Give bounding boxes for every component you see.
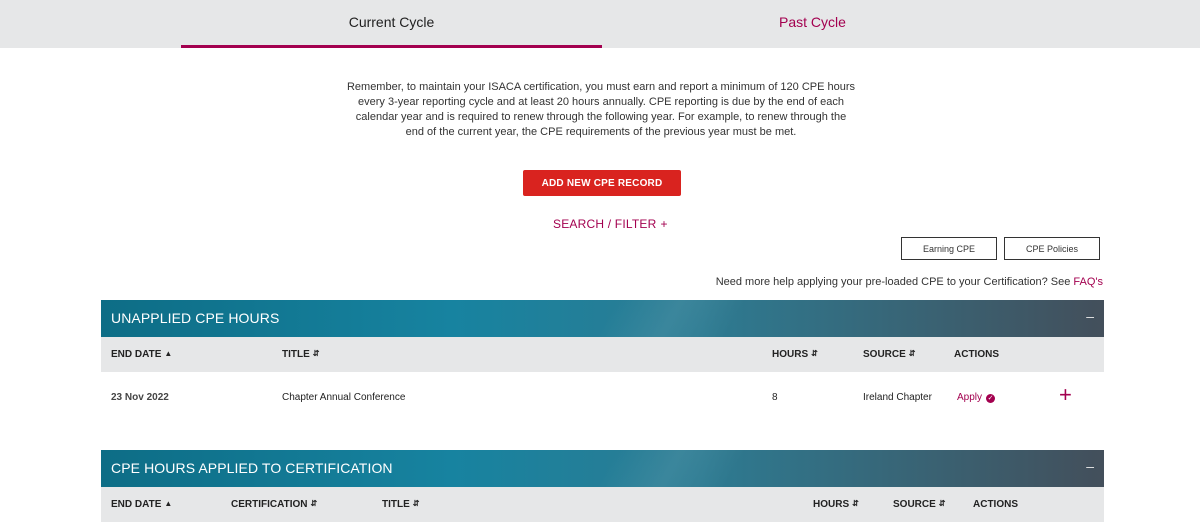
- page: Current Cycle Past Cycle Remember, to ma…: [0, 0, 1200, 527]
- column-hours[interactable]: HOURS ⇵: [813, 499, 859, 510]
- column-actions: ACTIONS: [973, 499, 1018, 510]
- help-message: Need more help applying your pre-loaded …: [715, 276, 1074, 288]
- row-end-date: 23 Nov 2022: [111, 392, 169, 403]
- section-title: UNAPPLIED CPE HOURS: [111, 310, 280, 326]
- collapse-icon[interactable]: –: [1086, 458, 1094, 474]
- column-end-date[interactable]: END DATE ▲: [111, 349, 172, 360]
- plus-icon: +: [660, 217, 668, 231]
- sort-asc-icon: ▲: [164, 349, 173, 358]
- column-actions: ACTIONS: [954, 349, 999, 360]
- tab-current-cycle[interactable]: Current Cycle: [181, 0, 602, 48]
- expand-row-icon[interactable]: +: [1059, 382, 1072, 408]
- sort-icon: ⇵: [412, 499, 420, 508]
- faq-link[interactable]: FAQ's: [1073, 276, 1103, 288]
- earning-cpe-button[interactable]: Earning CPE: [901, 237, 997, 260]
- column-end-date[interactable]: END DATE ▲: [111, 499, 172, 510]
- cpe-requirements-text: Remember, to maintain your ISACA certifi…: [346, 81, 856, 138]
- column-certification[interactable]: CERTIFICATION ⇵: [231, 499, 317, 510]
- table-row: 23 Nov 2022 Chapter Annual Conference 8 …: [101, 372, 1104, 424]
- unapplied-cpe-header: UNAPPLIED CPE HOURS –: [101, 300, 1104, 337]
- column-title[interactable]: TITLE ⇵: [282, 349, 319, 360]
- add-new-cpe-record-button[interactable]: ADD NEW CPE RECORD: [523, 170, 681, 196]
- search-filter-toggle[interactable]: SEARCH / FILTER +: [553, 217, 668, 231]
- sort-icon: ⇵: [908, 349, 916, 358]
- unapplied-table-header: END DATE ▲ TITLE ⇵ HOURS ⇵ SOURCE ⇵ ACTIONS: [101, 337, 1104, 372]
- column-source[interactable]: SOURCE ⇵: [893, 499, 946, 510]
- column-title[interactable]: TITLE ⇵: [382, 499, 419, 510]
- sort-icon: ⇵: [312, 349, 320, 358]
- search-filter-label: SEARCH / FILTER: [553, 217, 657, 231]
- row-hours: 8: [772, 392, 778, 403]
- collapse-icon[interactable]: –: [1086, 308, 1094, 324]
- applied-cpe-header: CPE HOURS APPLIED TO CERTIFICATION –: [101, 450, 1104, 487]
- check-circle-icon: ✓: [986, 394, 996, 403]
- column-hours[interactable]: HOURS ⇵: [772, 349, 818, 360]
- applied-table-header: END DATE ▲ CERTIFICATION ⇵ TITLE ⇵ HOURS ⇵ S…: [101, 487, 1104, 522]
- sort-icon: ⇵: [310, 499, 318, 508]
- column-source[interactable]: SOURCE ⇵: [863, 349, 916, 360]
- help-text: Need more help applying your pre-loaded …: [716, 276, 1103, 288]
- cpe-policies-button[interactable]: CPE Policies: [1004, 237, 1100, 260]
- sort-icon: ⇵: [938, 499, 946, 508]
- row-source: Ireland Chapter: [863, 392, 932, 403]
- row-title: Chapter Annual Conference: [282, 392, 406, 403]
- tab-past-cycle[interactable]: Past Cycle: [602, 0, 1023, 48]
- sort-asc-icon: ▲: [164, 499, 173, 508]
- sort-icon: ⇵: [852, 499, 859, 508]
- section-title: CPE HOURS APPLIED TO CERTIFICATION: [111, 460, 393, 476]
- cycle-tabs: Current Cycle Past Cycle: [0, 0, 1200, 48]
- sort-icon: ⇵: [811, 349, 818, 358]
- apply-action[interactable]: Apply ✓: [957, 392, 996, 403]
